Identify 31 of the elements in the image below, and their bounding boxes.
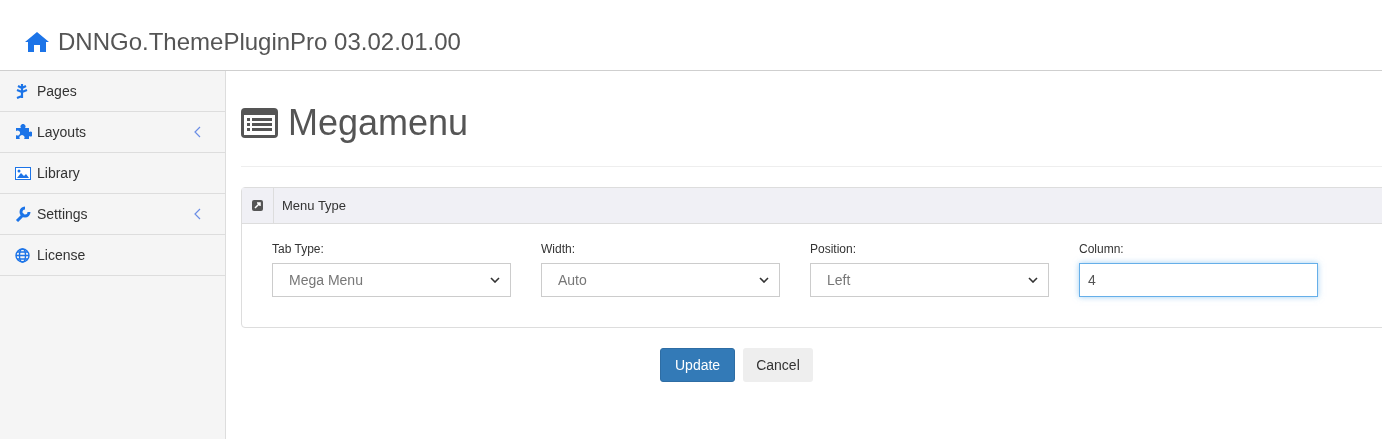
input-field[interactable]: 4 [1079, 263, 1318, 297]
update-button[interactable]: Update [660, 348, 736, 382]
sidebar-item[interactable]: Pages [0, 71, 225, 112]
sidebar-item[interactable]: Library [0, 153, 225, 194]
dropdown[interactable]: Auto [541, 263, 780, 297]
list-icon [241, 107, 278, 138]
field-label: Column: [1079, 241, 1124, 258]
dropdown[interactable]: Mega Menu [272, 263, 511, 297]
chevron-left-icon[interactable] [194, 208, 201, 220]
app-title: DNNGo.ThemePluginPro 03.02.01.00 [58, 27, 461, 57]
chevron-down-icon [1028, 277, 1038, 283]
cancel-button[interactable]: Cancel [743, 348, 813, 382]
field-label: Tab Type: [272, 241, 324, 258]
wrench-icon [15, 206, 31, 222]
puzzle-icon [15, 124, 32, 140]
sidebar-item[interactable]: License [0, 235, 225, 276]
expand-icon[interactable] [252, 200, 263, 211]
chevron-left-icon[interactable] [194, 126, 201, 138]
sprout-icon [15, 83, 29, 99]
field-label: Position: [810, 241, 857, 258]
image-icon [15, 166, 31, 180]
home-icon[interactable] [24, 31, 50, 53]
page-title: Megamenu [288, 100, 469, 145]
panel-title: Menu Type [282, 196, 347, 215]
sidebar-item[interactable]: Layouts [0, 112, 225, 153]
globe-icon [15, 247, 30, 263]
sidebar-item[interactable]: Settings [0, 194, 225, 235]
chevron-down-icon [490, 277, 500, 283]
field-label: Width: [541, 241, 575, 258]
chevron-down-icon [759, 277, 769, 283]
dropdown[interactable]: Left [810, 263, 1049, 297]
